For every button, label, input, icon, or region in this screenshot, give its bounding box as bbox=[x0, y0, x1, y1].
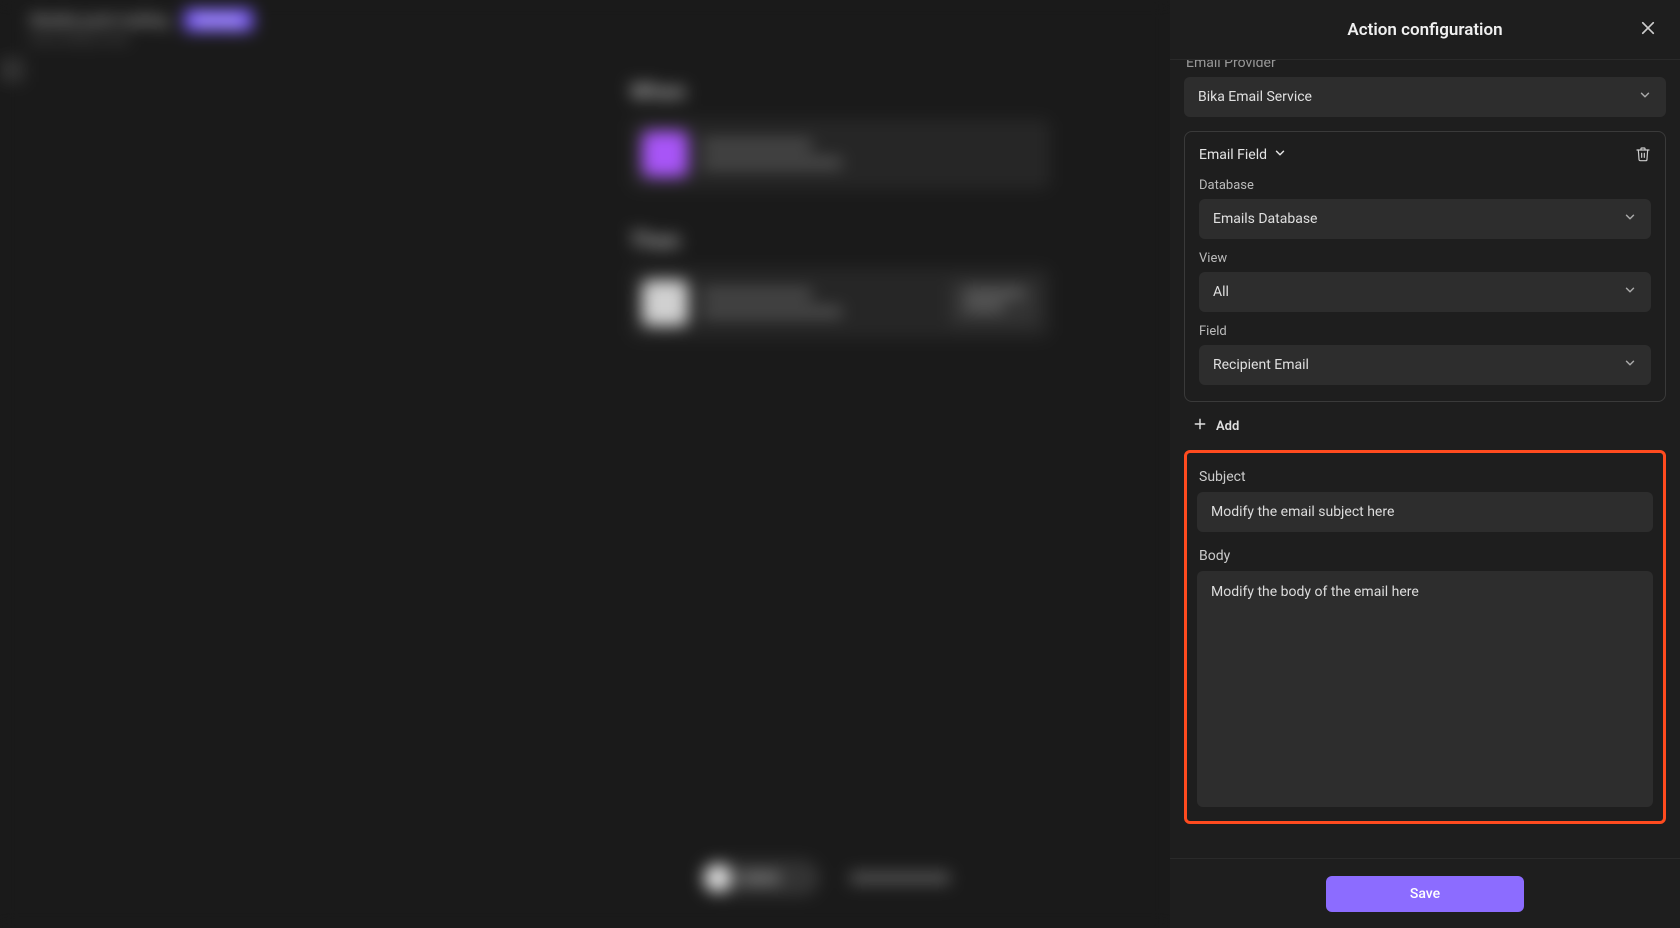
bg-action-icon bbox=[642, 280, 688, 326]
field-value: Recipient Email bbox=[1213, 357, 1309, 373]
email-field-header[interactable]: Email Field bbox=[1199, 146, 1287, 164]
bg-card-action bbox=[630, 268, 1050, 338]
email-provider-value: Bika Email Service bbox=[1198, 89, 1312, 105]
delete-field-button[interactable] bbox=[1635, 144, 1651, 166]
chevron-down-icon bbox=[1623, 283, 1637, 301]
subject-label: Subject bbox=[1197, 469, 1653, 485]
add-label: Add bbox=[1216, 419, 1239, 434]
view-value: All bbox=[1213, 284, 1229, 300]
field-label: Field bbox=[1199, 324, 1651, 339]
bg-subtitle: Send weekly email bbox=[0, 32, 1170, 46]
view-label: View bbox=[1199, 251, 1651, 266]
panel-title: Action configuration bbox=[1347, 20, 1502, 40]
add-field-button[interactable]: Add bbox=[1192, 416, 1666, 436]
bg-card-trigger bbox=[630, 119, 1050, 189]
save-label: Save bbox=[1410, 886, 1440, 902]
bg-section-then: Then bbox=[630, 229, 1050, 254]
chevron-down-icon bbox=[1623, 356, 1637, 374]
close-icon bbox=[1639, 19, 1657, 41]
close-button[interactable] bbox=[1636, 18, 1660, 42]
subject-input[interactable]: Modify the email subject here bbox=[1197, 492, 1653, 532]
plus-icon bbox=[1192, 416, 1208, 436]
background-canvas: Weekly push mailing Running Send weekly … bbox=[0, 0, 1170, 928]
view-dropdown[interactable]: All bbox=[1199, 272, 1651, 312]
bg-topbar: Weekly push mailing Running bbox=[0, 6, 1170, 34]
chevron-down-icon bbox=[1623, 210, 1637, 228]
trash-icon bbox=[1635, 147, 1651, 166]
email-provider-dropdown[interactable]: Bika Email Service bbox=[1184, 77, 1666, 117]
bg-bottom-controls bbox=[700, 860, 950, 896]
body-textarea[interactable]: Modify the body of the email here bbox=[1197, 571, 1653, 807]
save-button[interactable]: Save bbox=[1326, 876, 1524, 912]
email-field-header-label: Email Field bbox=[1199, 147, 1267, 163]
database-label: Database bbox=[1199, 178, 1651, 193]
panel-footer: Save bbox=[1170, 858, 1680, 928]
bg-title: Weekly push mailing bbox=[30, 11, 168, 29]
field-dropdown[interactable]: Recipient Email bbox=[1199, 345, 1651, 385]
action-config-panel: Action configuration Email Provider Bika… bbox=[1170, 0, 1680, 928]
bg-status-badge: Running bbox=[184, 9, 252, 31]
chevron-down-icon bbox=[1273, 146, 1287, 164]
bg-stripe bbox=[0, 58, 24, 82]
chevron-down-icon bbox=[1638, 88, 1652, 106]
email-field-box: Email Field Database Emails Database bbox=[1184, 131, 1666, 402]
subject-value: Modify the email subject here bbox=[1211, 504, 1394, 520]
database-value: Emails Database bbox=[1213, 211, 1317, 227]
highlighted-section: Subject Modify the email subject here Bo… bbox=[1184, 450, 1666, 824]
body-value: Modify the body of the email here bbox=[1211, 584, 1419, 600]
bg-section-when: When bbox=[630, 80, 1050, 105]
panel-body: Email Provider Bika Email Service Email … bbox=[1170, 60, 1680, 858]
bg-toggle bbox=[700, 860, 820, 896]
database-dropdown[interactable]: Emails Database bbox=[1199, 199, 1651, 239]
email-provider-label: Email Provider bbox=[1184, 60, 1666, 71]
panel-header: Action configuration bbox=[1170, 0, 1680, 60]
bg-trigger-icon bbox=[642, 131, 688, 177]
body-label: Body bbox=[1197, 548, 1653, 564]
